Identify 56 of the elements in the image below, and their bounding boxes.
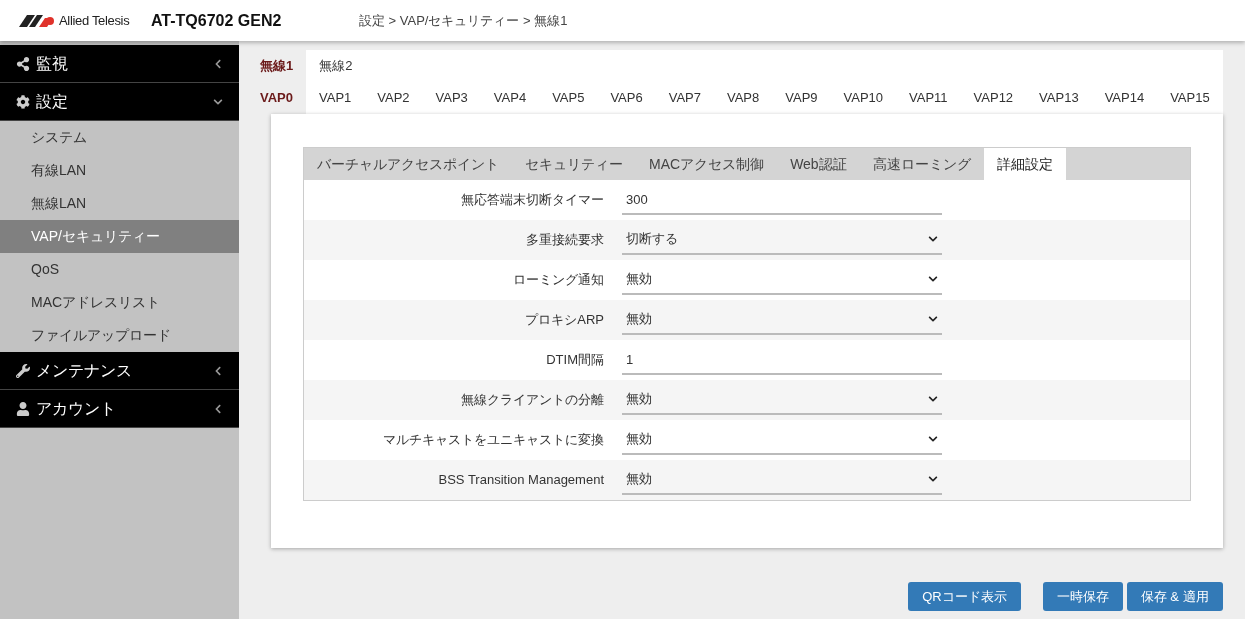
breadcrumb: 設定 > VAP/セキュリティー > 無線1 bbox=[359, 11, 568, 30]
sidebar-subitem[interactable]: システム bbox=[0, 121, 239, 154]
sidebar-subitem[interactable]: QoS bbox=[0, 253, 239, 286]
chevron-down-icon bbox=[213, 96, 223, 107]
field-label: BSS Transition Management bbox=[437, 471, 605, 490]
chevron-down-icon bbox=[928, 314, 938, 324]
chevron-down-icon bbox=[928, 434, 938, 444]
select-field[interactable]: 切断する bbox=[622, 225, 942, 255]
field-label: 多重接続要求 bbox=[525, 231, 605, 250]
chevron-down-icon bbox=[928, 474, 938, 484]
sidebar-subitem[interactable]: MACアドレスリスト bbox=[0, 286, 239, 319]
chevron-down-icon bbox=[928, 274, 938, 284]
sidebar-menu-item[interactable]: 設定 bbox=[0, 83, 239, 121]
chevron-down-icon bbox=[928, 394, 938, 404]
sidebar-menu-item[interactable]: メンテナンス bbox=[0, 352, 239, 390]
section-tab[interactable]: 詳細設定 bbox=[983, 148, 1066, 180]
sidebar-subitem[interactable]: 無線LAN bbox=[0, 187, 239, 220]
section-tab[interactable]: セキュリティー bbox=[512, 148, 636, 180]
vap-tab[interactable]: VAP0 bbox=[247, 81, 306, 114]
sidebar-subitem[interactable]: VAP/セキュリティー bbox=[0, 220, 239, 253]
sidebar-menu-item[interactable]: 監視 bbox=[0, 45, 239, 83]
device-model: AT-TQ6702 GEN2 bbox=[151, 10, 283, 31]
user-icon bbox=[16, 401, 30, 416]
chevron-down-icon bbox=[928, 234, 938, 244]
share-icon bbox=[16, 56, 30, 71]
action-button[interactable]: QRコード表示 bbox=[908, 582, 1021, 611]
select-field[interactable]: 無効 bbox=[622, 265, 942, 295]
field-label: プロキシARP bbox=[524, 311, 605, 330]
section-tab[interactable]: バーチャルアクセスポイント bbox=[304, 148, 512, 180]
sidebar-menu-item[interactable]: アカウント bbox=[0, 390, 239, 428]
select-field[interactable]: 無効 bbox=[622, 425, 942, 455]
field-label: マルチキャストをユニキャストに変換 bbox=[382, 431, 605, 450]
field-label: ローミング通知 bbox=[512, 271, 605, 290]
action-button[interactable]: 一時保存 bbox=[1042, 582, 1123, 611]
field-label: DTIM間隔 bbox=[545, 351, 605, 370]
sidebar-subitem[interactable]: ファイルアップロード bbox=[0, 319, 239, 352]
section-tab[interactable]: 高速ローミング bbox=[859, 148, 984, 180]
sidebar-subitem[interactable]: 有線LAN bbox=[0, 154, 239, 187]
settings-icon bbox=[16, 94, 30, 109]
input-field[interactable]: 1 bbox=[622, 345, 942, 375]
select-field[interactable]: 無効 bbox=[622, 305, 942, 335]
chevron-left-icon bbox=[213, 403, 223, 414]
chevron-left-icon bbox=[213, 58, 223, 69]
logo-icon bbox=[19, 14, 55, 27]
select-field[interactable]: 無効 bbox=[622, 385, 942, 415]
field-label: 無応答端末切断タイマー bbox=[460, 191, 605, 210]
brand-name: Allied Telesis bbox=[59, 11, 130, 30]
radio-tab[interactable]: 無線1 bbox=[247, 50, 307, 81]
section-tab[interactable]: MACアクセス制御 bbox=[636, 148, 778, 180]
action-button[interactable]: 保存 & 適用 bbox=[1126, 582, 1223, 611]
chevron-left-icon bbox=[213, 365, 223, 376]
section-tab[interactable]: Web認証 bbox=[777, 148, 860, 180]
select-field[interactable]: 無効 bbox=[622, 465, 942, 495]
wrench-icon bbox=[16, 363, 30, 378]
input-field[interactable]: 300 bbox=[622, 185, 942, 215]
field-label: 無線クライアントの分離 bbox=[460, 391, 605, 410]
